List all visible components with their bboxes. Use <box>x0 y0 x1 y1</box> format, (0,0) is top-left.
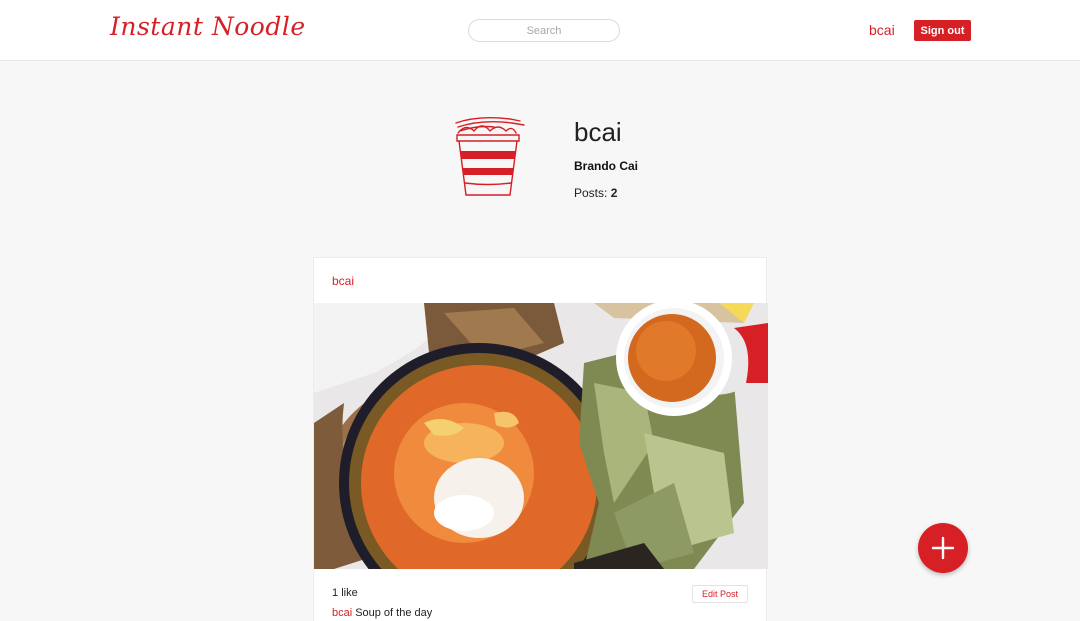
nav-username-link[interactable]: bcai <box>869 22 895 38</box>
likes-count: 1 like <box>332 587 358 599</box>
navbar: Instant Noodle bcai Sign out <box>0 0 1080 61</box>
likes-label: like <box>341 587 358 599</box>
posts-count: Posts: 2 <box>574 186 617 200</box>
profile-username: bcai <box>574 117 622 147</box>
post-photo[interactable] <box>314 303 768 569</box>
post-card: bcai 1 like Edit Post bcai Soup of the d… <box>313 257 768 621</box>
edit-post-button[interactable]: Edit Post <box>692 585 748 603</box>
plus-icon <box>931 536 955 560</box>
add-post-button[interactable] <box>918 523 968 573</box>
logo[interactable]: Instant Noodle <box>110 12 306 41</box>
noodle-cup-icon <box>448 113 532 203</box>
sign-out-button[interactable]: Sign out <box>914 20 971 41</box>
post-caption: bcai Soup of the day <box>332 607 432 619</box>
search-input[interactable] <box>468 19 620 42</box>
caption-author-link[interactable]: bcai <box>332 607 352 619</box>
soup-photo-graphic <box>314 303 768 569</box>
posts-count-value: 2 <box>610 186 618 200</box>
posts-label: Posts: <box>574 186 608 200</box>
likes-count-value: 1 <box>332 587 339 599</box>
profile-full-name: Brando Cai <box>574 159 639 173</box>
post-author-link[interactable]: bcai <box>332 274 354 288</box>
caption-text: Soup of the day <box>355 607 433 619</box>
noodle-cup-icon-graphic <box>455 116 525 196</box>
